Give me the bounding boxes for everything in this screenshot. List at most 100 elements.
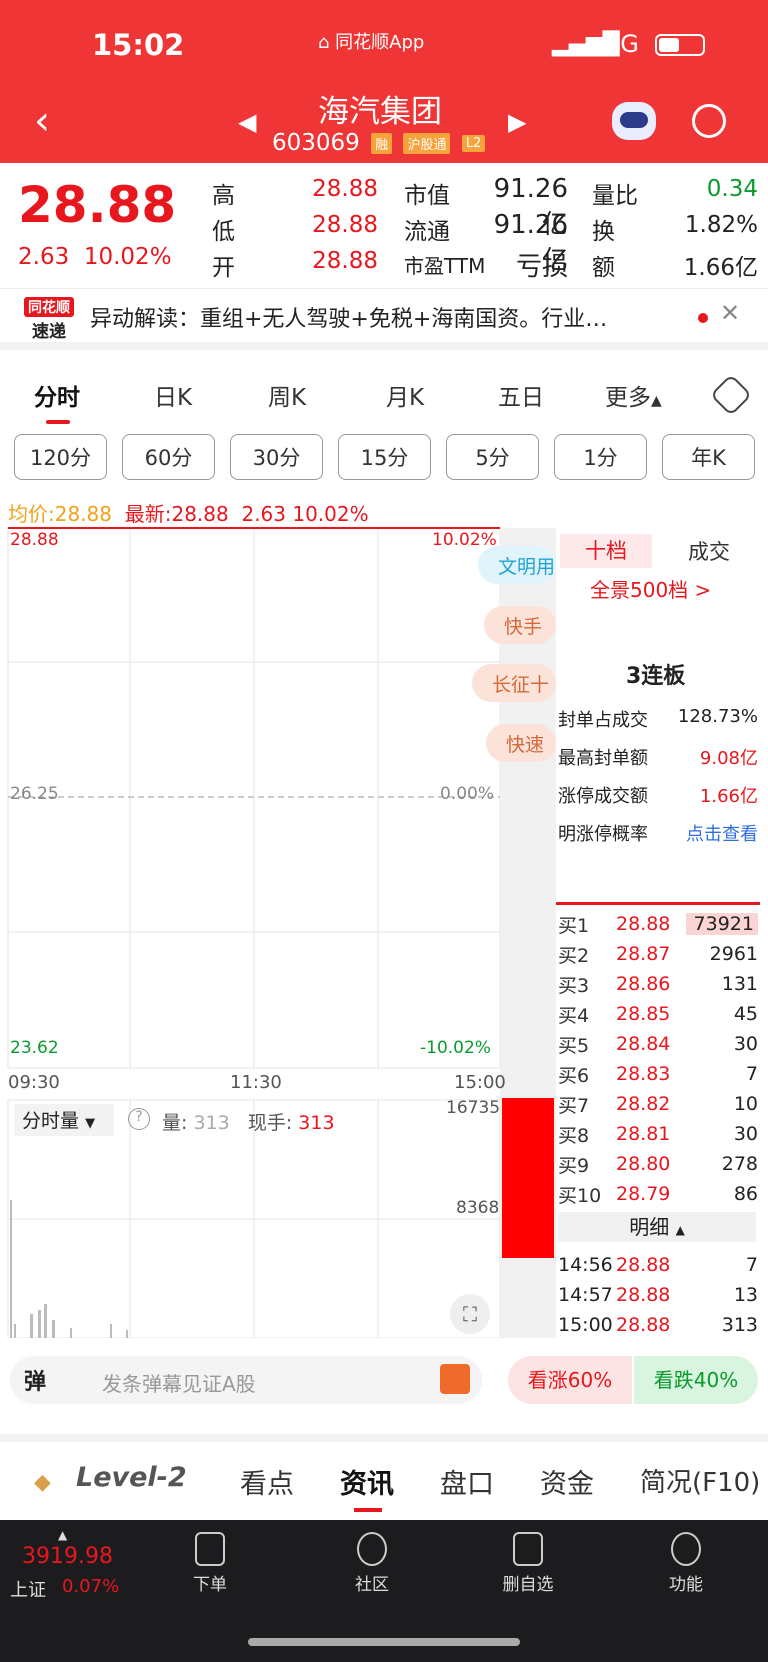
- prev-stock-icon[interactable]: ◀: [238, 108, 256, 136]
- bid-row[interactable]: 买6 28.83 7: [558, 1059, 758, 1089]
- bid-price: 28.81: [616, 1123, 671, 1145]
- detail-toggle[interactable]: 明细 ▲: [558, 1212, 756, 1242]
- news-pill-3[interactable]: 长征十: [472, 664, 556, 702]
- bid-row[interactable]: 买4 28.85 45: [558, 999, 758, 1029]
- bid-volume: 30: [733, 1123, 758, 1145]
- close-icon[interactable]: ✕: [720, 299, 740, 327]
- tab-intraday[interactable]: 分时: [34, 378, 80, 412]
- nav-order[interactable]: 下单: [160, 1532, 260, 1595]
- next-stock-icon[interactable]: ▶: [508, 108, 526, 136]
- tab-monthly[interactable]: 月K: [386, 378, 424, 412]
- star-circle-icon: [357, 1532, 387, 1566]
- tab-weekly[interactable]: 周K: [268, 378, 306, 412]
- period-year[interactable]: 年K: [662, 434, 755, 480]
- bid-price: 28.86: [616, 973, 671, 995]
- bid-level: 买5: [558, 1034, 590, 1057]
- period-30m[interactable]: 30分: [230, 434, 323, 480]
- value-pe: 亏损: [515, 252, 568, 282]
- volume-readout: 量: 313 现手: 313: [162, 1112, 335, 1134]
- home-indicator: [248, 1638, 520, 1646]
- bid-row[interactable]: 买1 28.88 73921: [558, 909, 758, 939]
- period-1m[interactable]: 1分: [554, 434, 647, 480]
- nav-community[interactable]: 社区: [322, 1532, 422, 1595]
- index-pct: 0.07%: [62, 1576, 120, 1597]
- nav-functions[interactable]: 功能: [636, 1532, 736, 1595]
- tab-highlights[interactable]: 看点: [240, 1462, 294, 1501]
- network-label: 4G: [605, 30, 639, 58]
- bid-row[interactable]: 买7 28.82 10: [558, 1089, 758, 1119]
- bid-row[interactable]: 买10 28.79 86: [558, 1179, 758, 1209]
- bid-price: 28.88: [616, 913, 671, 935]
- trade-price: 28.88: [616, 1284, 671, 1306]
- caret-up-icon: ▲: [651, 393, 662, 409]
- news-pill-4[interactable]: 快速: [486, 724, 556, 762]
- bid-level: 买6: [558, 1064, 590, 1087]
- side-tab-depth[interactable]: 十档: [560, 534, 652, 568]
- bid-price: 28.80: [616, 1153, 671, 1175]
- label-float: 流通: [404, 219, 450, 245]
- trade-volume: 13: [733, 1284, 758, 1306]
- bid-row[interactable]: 买8 28.81 30: [558, 1119, 758, 1149]
- value-amount: 1.66亿: [683, 255, 758, 281]
- help-icon[interactable]: ?: [128, 1108, 150, 1130]
- bid-volume: 10: [733, 1093, 758, 1115]
- stock-detail-screen: 15:02 ⌂ 同花顺App ▂▄▆█ 4G ‹ ◀ 海汽集团 603069 融…: [0, 0, 768, 1662]
- side-tab-trades[interactable]: 成交: [688, 536, 730, 566]
- panorama-link[interactable]: 全景500档 >: [590, 574, 711, 603]
- value-turnover: 1.82%: [684, 212, 758, 238]
- bottom-nav: ▲ 3919.98 上证 0.07% 下单 社区 删自选 功能: [0, 1520, 768, 1662]
- depth-divider: [556, 902, 760, 905]
- search-icon[interactable]: [692, 104, 726, 138]
- volume-selector[interactable]: 分时量 ▼: [14, 1104, 114, 1136]
- alert-text: 异动解读：重组+无人驾驶+免税+海南国资。行业…: [90, 307, 608, 332]
- tab-orderbook[interactable]: 盘口: [440, 1462, 494, 1501]
- back-icon[interactable]: ‹: [34, 98, 50, 144]
- news-pill-1[interactable]: 文明用: [478, 546, 556, 584]
- label-volratio: 量比: [592, 183, 638, 209]
- stock-code-row: 603069 融 沪股通 L2: [272, 130, 486, 156]
- bid-level: 买4: [558, 1004, 590, 1027]
- bid-level: 买7: [558, 1094, 590, 1117]
- check-probability-link[interactable]: 点击查看: [686, 820, 758, 846]
- label-high: 高: [212, 183, 235, 209]
- index-value[interactable]: 3919.98: [22, 1544, 113, 1569]
- period-15m[interactable]: 15分: [338, 434, 431, 480]
- period-60m[interactable]: 60分: [122, 434, 215, 480]
- period-5m[interactable]: 5分: [446, 434, 539, 480]
- tag-margin: 融: [371, 133, 393, 154]
- price-change: 2.63 10.02%: [18, 244, 172, 270]
- tab-fiveday[interactable]: 五日: [498, 378, 544, 412]
- tab-daily[interactable]: 日K: [154, 378, 192, 412]
- bid-row[interactable]: 买9 28.80 278: [558, 1149, 758, 1179]
- bid-row[interactable]: 买5 28.84 30: [558, 1029, 758, 1059]
- trade-row: 15:00 28.88 313: [558, 1310, 758, 1340]
- bid-level: 买1: [558, 914, 590, 937]
- bid-row[interactable]: 买3 28.86 131: [558, 969, 758, 999]
- tab-profile[interactable]: 简况(F10): [640, 1462, 760, 1499]
- news-pill-2[interactable]: 快手: [484, 606, 556, 644]
- section-divider: [0, 1434, 768, 1442]
- tab-news[interactable]: 资讯: [340, 1462, 394, 1501]
- gift-icon[interactable]: [440, 1364, 470, 1394]
- alert-bar[interactable]: 同花顺 速递 异动解读：重组+无人驾驶+免税+海南国资。行业… ✕: [0, 288, 768, 350]
- trade-time: 14:57: [558, 1284, 613, 1306]
- robot-assistant-icon[interactable]: [612, 102, 656, 140]
- settings-hex-icon[interactable]: [709, 373, 753, 417]
- bid-volume: 7: [745, 1063, 758, 1085]
- fullscreen-icon[interactable]: ⛶: [450, 1294, 490, 1334]
- vote-up-button[interactable]: 看涨60%: [508, 1356, 632, 1404]
- bid-level: 买3: [558, 974, 590, 997]
- bottom-tab-indicator: [354, 1508, 382, 1512]
- bid-level: 买9: [558, 1154, 590, 1177]
- period-120m[interactable]: 120分: [14, 434, 107, 480]
- vote-down-button[interactable]: 看跌40%: [634, 1356, 758, 1404]
- nav-remove-watch[interactable]: 删自选: [478, 1532, 578, 1595]
- danmu-input[interactable]: 弹 发条弹幕见证A股: [10, 1356, 482, 1404]
- tab-level2[interactable]: Level-2: [76, 1462, 187, 1493]
- tab-capital[interactable]: 资金: [540, 1462, 594, 1501]
- stat-row: 涨停成交额 1.66亿: [558, 786, 758, 807]
- bid-level: 买2: [558, 944, 590, 967]
- bid-row[interactable]: 买2 28.87 2961: [558, 939, 758, 969]
- tab-more[interactable]: 更多▲: [605, 378, 662, 412]
- pct-label-top: 10.02%: [432, 530, 497, 550]
